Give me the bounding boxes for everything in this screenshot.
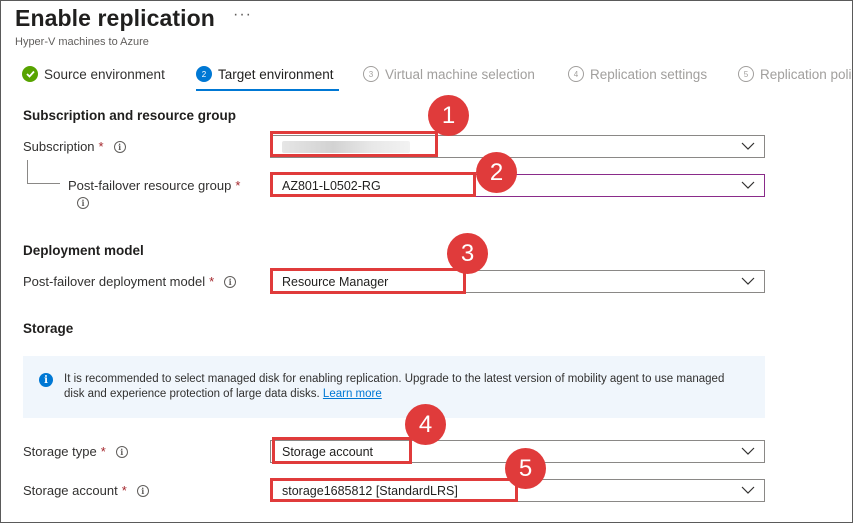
subscription-label-text: Subscription <box>23 139 95 154</box>
required-marker: * <box>100 444 106 459</box>
page-title: Enable replication <box>15 5 215 31</box>
info-icon: i <box>39 373 53 387</box>
section-deployment-model: Deployment model <box>23 243 144 258</box>
required-marker: * <box>98 139 104 154</box>
highlight-box-resource-group <box>270 172 476 197</box>
callout-badge-1: 1 <box>428 95 469 136</box>
storage-type-label: Storage type * i <box>23 444 128 459</box>
subscription-label: Subscription * i <box>23 139 126 154</box>
section-subscription-group: Subscription and resource group <box>23 108 237 123</box>
deployment-model-label: Post-failover deployment model * i <box>23 274 237 289</box>
info-banner-message: It is recommended to select managed disk… <box>64 373 725 400</box>
info-icon[interactable]: i <box>224 275 237 288</box>
check-icon <box>22 66 38 82</box>
storage-type-label-text: Storage type <box>23 444 97 459</box>
tree-connector <box>27 160 60 184</box>
callout-badge-2: 2 <box>476 152 517 193</box>
deployment-model-label-text: Post-failover deployment model <box>23 274 206 289</box>
step-number: 5 <box>738 66 754 82</box>
info-icon[interactable]: i <box>136 484 149 497</box>
step-number: 4 <box>568 66 584 82</box>
chevron-down-icon <box>741 486 755 494</box>
page-subtitle: Hyper-V machines to Azure <box>15 36 149 48</box>
info-icon[interactable]: i <box>113 140 126 153</box>
step-label: Virtual machine selection <box>385 66 535 82</box>
chevron-down-icon <box>741 181 755 189</box>
highlight-box-storage-account <box>270 478 518 502</box>
chevron-down-icon <box>741 447 755 455</box>
required-marker: * <box>235 178 241 193</box>
tab-replication-policy[interactable]: 5 Replication poli <box>738 66 852 82</box>
learn-more-link[interactable]: Learn more <box>323 388 382 400</box>
info-icon[interactable]: i <box>115 445 128 458</box>
required-marker: * <box>121 483 127 498</box>
step-number: 2 <box>196 66 212 82</box>
section-storage: Storage <box>23 321 74 336</box>
step-label: Source environment <box>44 66 165 82</box>
storage-account-label: Storage account * i <box>23 483 149 498</box>
callout-badge-5: 5 <box>505 448 546 489</box>
step-label: Target environment <box>218 66 334 82</box>
step-label: Replication poli <box>760 66 852 82</box>
tab-target-environment[interactable]: 2 Target environment <box>196 66 334 82</box>
info-banner: i It is recommended to select managed di… <box>23 356 765 418</box>
chevron-down-icon <box>741 142 755 150</box>
resource-group-label-text: Post-failover resource group <box>68 178 232 193</box>
highlight-box-storage-type <box>272 437 412 464</box>
highlight-box-deployment-model <box>270 268 466 294</box>
active-tab-indicator <box>196 89 339 91</box>
more-icon[interactable]: ··· <box>233 6 252 24</box>
required-marker: * <box>209 274 215 289</box>
info-icon[interactable]: i <box>77 197 89 209</box>
callout-badge-3: 3 <box>447 233 488 274</box>
tab-virtual-machine-selection[interactable]: 3 Virtual machine selection <box>363 66 535 82</box>
callout-badge-4: 4 <box>405 404 446 445</box>
wizard-steps: Source environment 2 Target environment … <box>22 66 852 88</box>
tab-replication-settings[interactable]: 4 Replication settings <box>568 66 707 82</box>
step-label: Replication settings <box>590 66 708 82</box>
highlight-box-subscription <box>270 131 438 157</box>
info-banner-text: It is recommended to select managed disk… <box>64 372 744 402</box>
resource-group-label: Post-failover resource group * <box>68 178 240 193</box>
tab-source-environment[interactable]: Source environment <box>22 66 165 82</box>
storage-account-label-text: Storage account <box>23 483 118 498</box>
step-number: 3 <box>363 66 379 82</box>
chevron-down-icon <box>741 277 755 285</box>
